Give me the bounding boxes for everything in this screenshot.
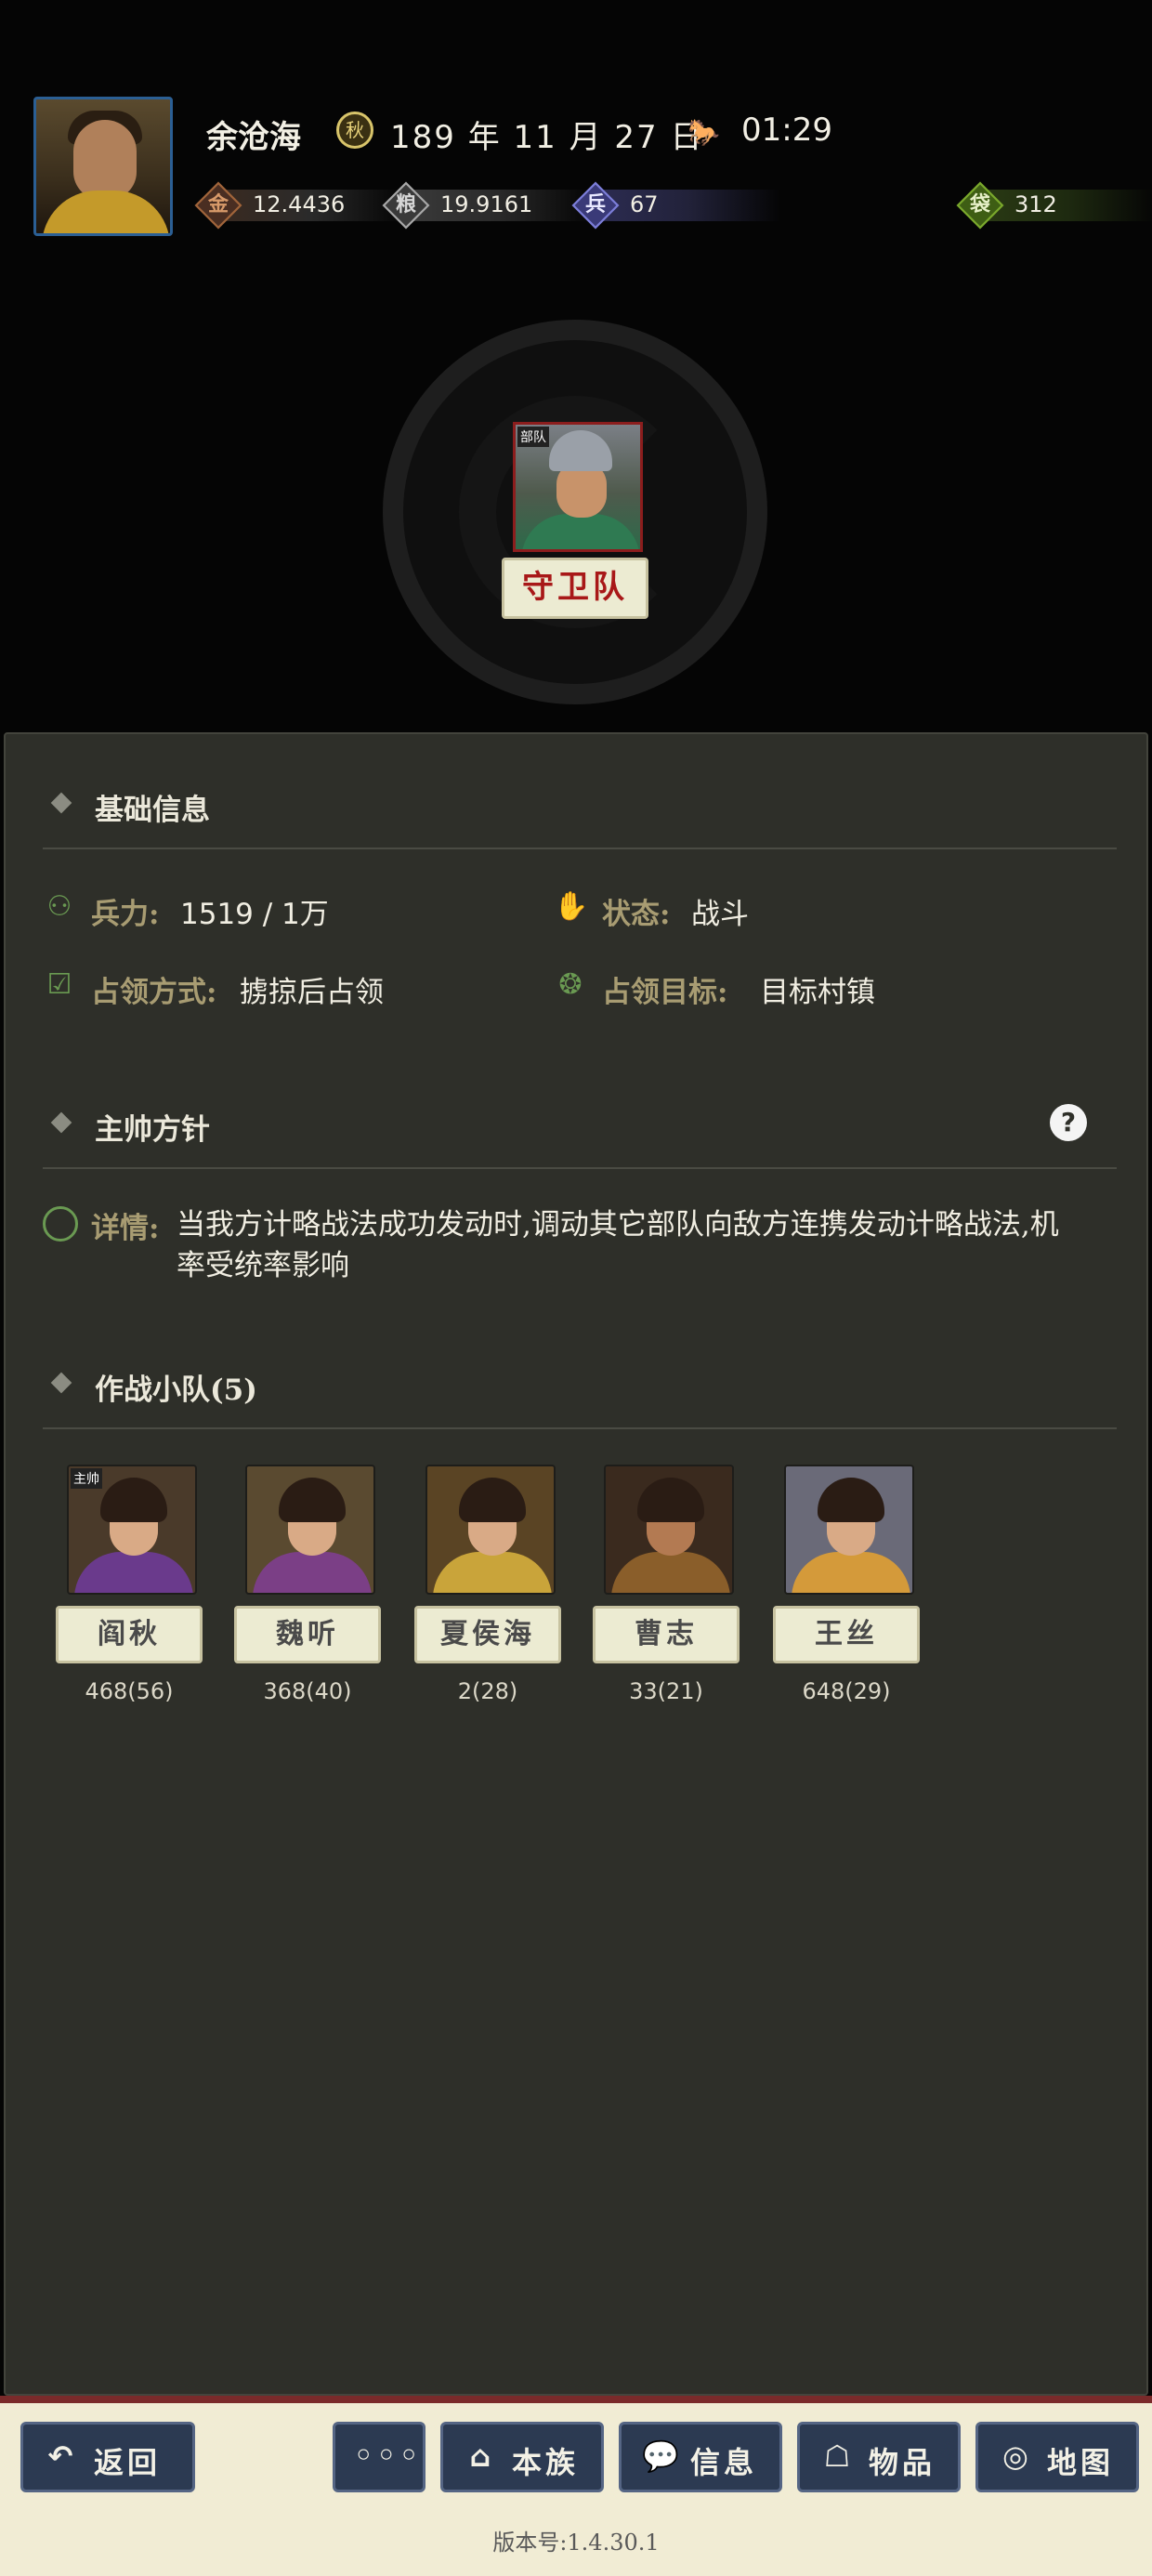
chest-icon: ☖ <box>823 2438 851 2474</box>
troop-portrait[interactable]: 部队 <box>513 422 643 552</box>
map-button[interactable]: ◎ 地图 <box>975 2422 1139 2492</box>
status-row: ✋ 状态: 战斗 <box>554 885 1037 931</box>
target-icon: ❂ <box>558 968 583 1001</box>
general-name[interactable]: 曹志 <box>593 1606 740 1663</box>
top-bar: 余沧海 秋 189 年 11 月 27 日 🐎 01:29 金 12.4436 … <box>0 0 1152 242</box>
general-portrait[interactable]: 主帅 <box>67 1465 197 1595</box>
help-button[interactable]: ? <box>1050 1104 1087 1141</box>
general-stats: 648(29) <box>802 1678 891 1704</box>
grain-icon: 粮 <box>395 193 416 217</box>
general-stats: 33(21) <box>629 1678 703 1704</box>
troops-value: 1519 / 1万 <box>180 898 329 931</box>
clan-button[interactable]: ⌂ 本族 <box>440 2422 604 2492</box>
strategy-icon <box>43 1206 78 1242</box>
money-bag-icon: 袋 <box>969 193 990 217</box>
soldier-icon: 兵 <box>584 193 606 217</box>
divider <box>43 848 1117 849</box>
coin-value: 12.4436 <box>253 191 346 217</box>
back-button[interactable]: ↶ 返回 <box>20 2422 195 2492</box>
status-value: 战斗 <box>691 898 749 931</box>
general-card[interactable]: 王丝 648(29) <box>773 1465 922 1715</box>
more-icon: ◦◦◦ <box>354 2438 423 2473</box>
section-title: 基础信息 <box>95 794 210 827</box>
house-icon: ⌂ <box>469 2438 491 2474</box>
chat-bubble-icon: 💬 <box>642 2438 679 2474</box>
more-button[interactable]: ◦◦◦ <box>333 2422 425 2492</box>
detail-label: 详情: <box>91 1212 160 1245</box>
game-time: 01:29 <box>741 112 832 149</box>
general-stats: 2(28) <box>457 1678 518 1704</box>
general-portrait[interactable] <box>245 1465 375 1595</box>
items-button[interactable]: ☖ 物品 <box>797 2422 961 2492</box>
troop-tag: 部队 <box>517 427 549 447</box>
diamond-bullet-icon <box>50 1372 72 1394</box>
general-card[interactable]: 魏听 368(40) <box>234 1465 383 1715</box>
general-card[interactable]: 曹志 33(21) <box>593 1465 741 1715</box>
troops-label: 兵力: <box>91 898 160 931</box>
person-icon: ⚇ <box>46 890 72 923</box>
bottom-nav-bar: ↶ 返回 ◦◦◦ ⌂ 本族 💬 信息 ☖ 物品 ◎ 地图 版本号:1.4.30.… <box>0 2396 1152 2576</box>
player-avatar[interactable] <box>33 97 173 236</box>
back-arrow-icon: ↶ <box>47 2438 73 2474</box>
general-name[interactable]: 夏侯海 <box>414 1606 561 1663</box>
status-label: 状态: <box>602 898 671 931</box>
occupy-mode-row: ☑ 占领方式: 掳掠后占领 <box>43 963 544 1009</box>
general-stats: 368(40) <box>263 1678 352 1704</box>
general-portrait[interactable] <box>604 1465 734 1595</box>
general-portrait[interactable] <box>425 1465 556 1595</box>
game-date: 189 年 11 月 27 日 <box>390 119 704 156</box>
divider <box>43 1167 1117 1169</box>
general-card[interactable]: 主帅 阎秋 468(56) <box>56 1465 204 1715</box>
money-bag-value: 312 <box>1015 191 1057 217</box>
diamond-bullet-icon <box>50 792 72 814</box>
general-card[interactable]: 夏侯海 2(28) <box>414 1465 563 1715</box>
general-name[interactable]: 魏听 <box>234 1606 381 1663</box>
grain-value: 19.9161 <box>440 191 533 217</box>
horse-icon: 🐎 <box>687 117 720 148</box>
version-label: 版本号:1.4.30.1 <box>492 2530 660 2556</box>
diamond-bullet-icon <box>50 1111 72 1134</box>
troop-name[interactable]: 守卫队 <box>502 558 648 619</box>
globe-icon: ◎ <box>1002 2438 1028 2474</box>
section-title: 主帅方针 <box>95 1113 210 1147</box>
season-icon: 秋 <box>336 112 373 149</box>
leader-tag: 主帅 <box>71 1468 102 1489</box>
coin-icon: 金 <box>207 193 229 217</box>
info-button[interactable]: 💬 信息 <box>619 2422 782 2492</box>
occupy-target-row: ❂ 占领目标: 目标村镇 <box>554 963 1074 1009</box>
policy-detail-text: 当我方计略战法成功发动时,调动其它部队向敌方连携发动计略战法,机率受统率影响 <box>177 1208 1059 1282</box>
occupy-mode-label: 占领方式: <box>91 976 217 1009</box>
occupy-target-value: 目标村镇 <box>760 976 875 1009</box>
divider <box>43 1427 1117 1429</box>
calendar-icon: ☑ <box>46 968 72 1001</box>
general-name[interactable]: 阎秋 <box>56 1606 203 1663</box>
section-title: 作战小队(5) <box>95 1373 257 1407</box>
troop-info-panel: 基础信息 ⚇ 兵力: 1519 / 1万 ✋ 状态: 战斗 ☑ 占领方式: 掳掠… <box>4 732 1148 2396</box>
soldier-value: 67 <box>630 191 659 217</box>
occupy-mode-value: 掳掠后占领 <box>240 976 384 1009</box>
general-name[interactable]: 王丝 <box>773 1606 920 1663</box>
troops-row: ⚇ 兵力: 1519 / 1万 <box>43 885 544 931</box>
player-name: 余沧海 <box>206 119 301 156</box>
general-stats: 468(56) <box>85 1678 174 1704</box>
occupy-target-label: 占领目标: <box>602 976 728 1009</box>
hand-icon: ✋ <box>554 890 589 923</box>
general-portrait[interactable] <box>784 1465 914 1595</box>
